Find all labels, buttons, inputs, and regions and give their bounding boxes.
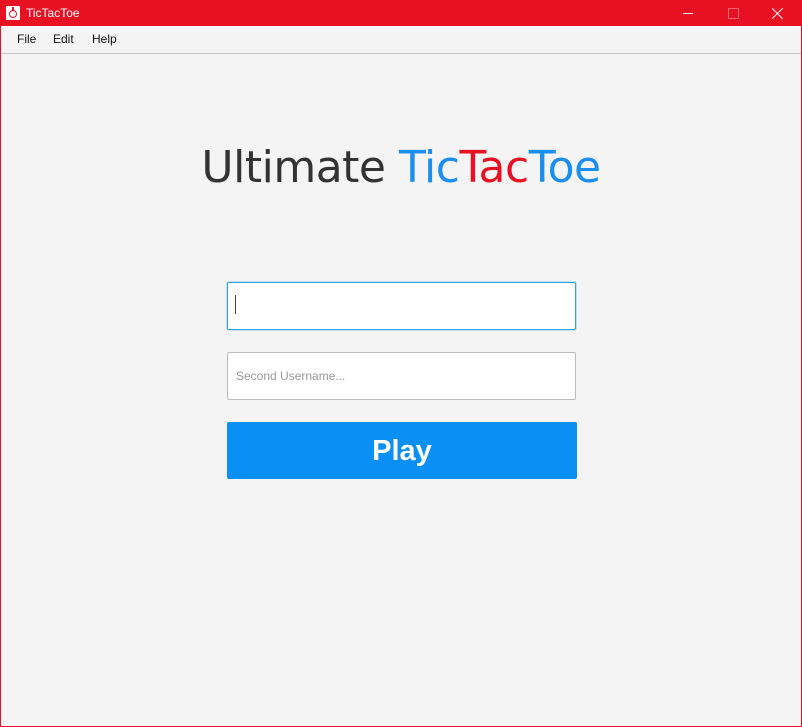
close-icon xyxy=(772,7,784,19)
maximize-icon xyxy=(728,8,739,19)
maximize-button[interactable] xyxy=(710,1,756,26)
menu-bar: File Edit Help xyxy=(1,26,801,54)
title-ultimate: Ultimate xyxy=(201,142,386,194)
menu-file[interactable]: File xyxy=(17,32,36,46)
first-username-input[interactable] xyxy=(227,282,576,330)
menu-edit[interactable]: Edit xyxy=(53,32,74,46)
title-bar[interactable]: TicTacToe xyxy=(1,1,801,26)
page-title: Ultimate TicTacToe xyxy=(1,141,801,195)
app-window: TicTacToe File Edit Help Ultimate TicTac… xyxy=(0,0,802,727)
minimize-icon xyxy=(683,13,693,14)
minimize-button[interactable] xyxy=(665,1,711,26)
title-tic: Tic xyxy=(398,142,460,194)
second-username-input[interactable] xyxy=(227,352,576,400)
title-tac: Tac xyxy=(459,142,529,194)
title-toe: Toe xyxy=(528,142,601,194)
close-button[interactable] xyxy=(755,1,801,26)
text-caret xyxy=(235,295,236,314)
main-content: Ultimate TicTacToe Play xyxy=(1,54,801,726)
menu-help[interactable]: Help xyxy=(92,32,117,46)
play-button[interactable]: Play xyxy=(227,422,577,479)
app-icon[interactable] xyxy=(6,6,20,20)
window-title: TicTacToe xyxy=(26,6,80,20)
